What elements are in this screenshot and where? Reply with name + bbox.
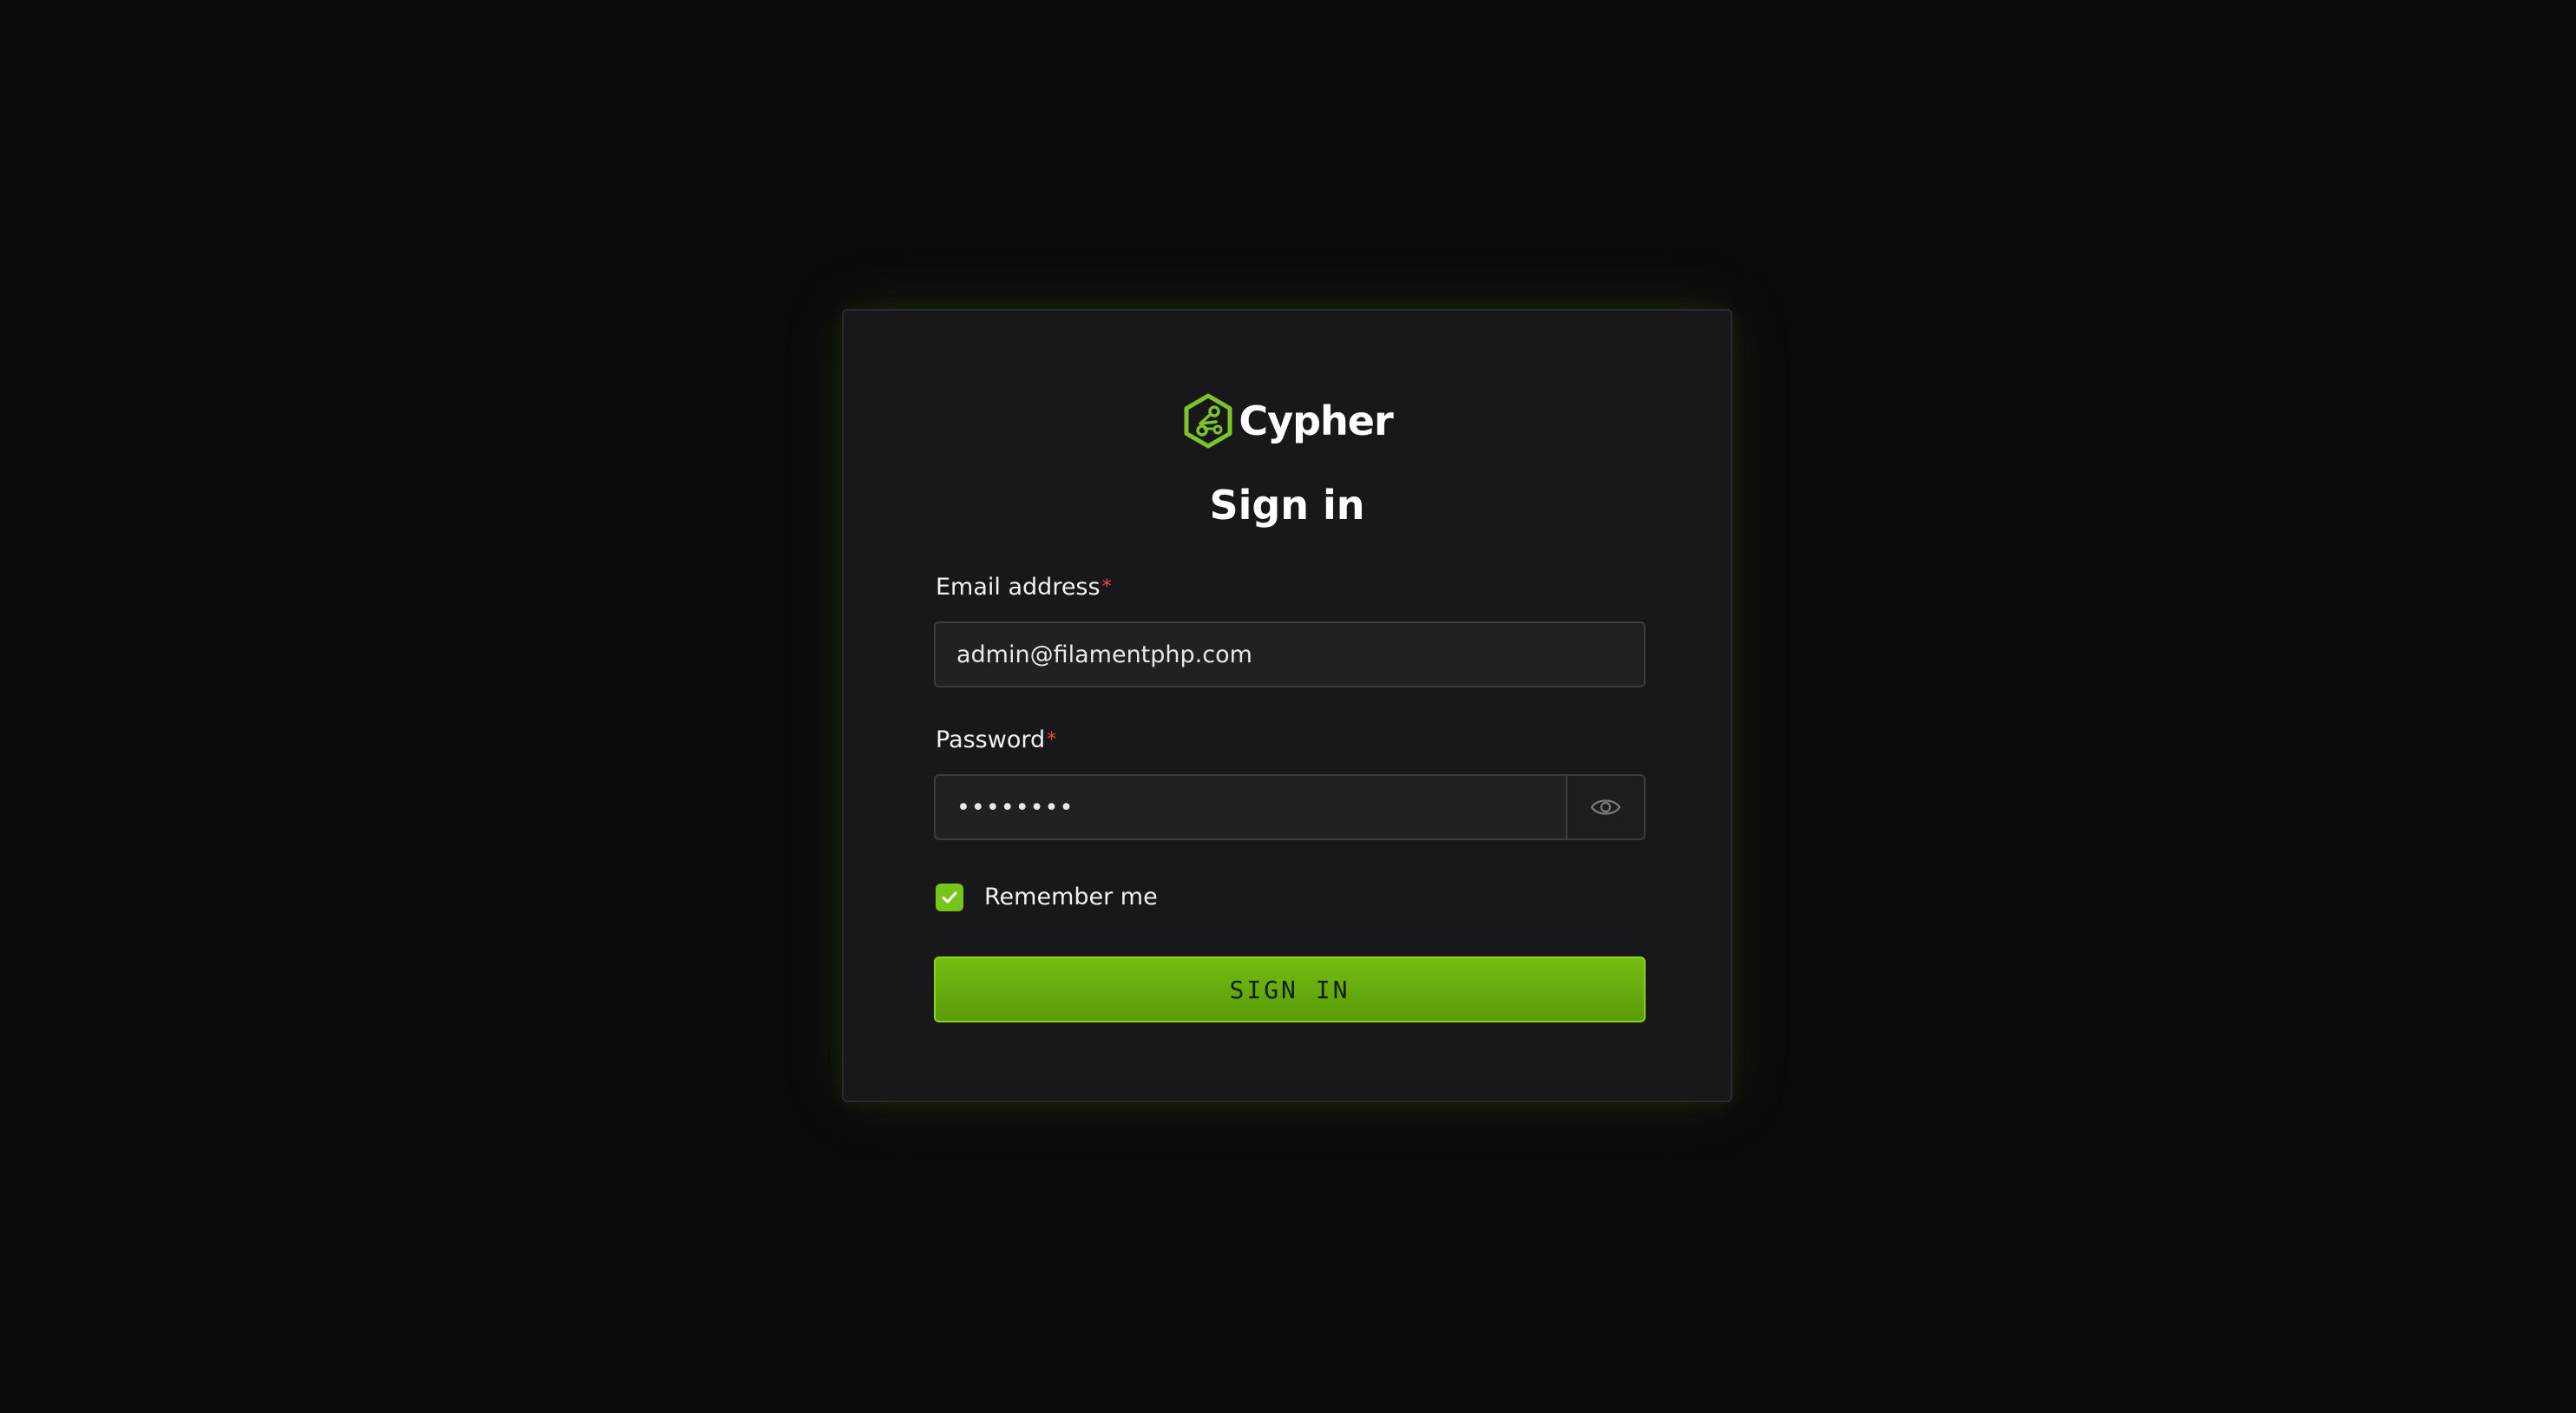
password-label: Password* (936, 726, 1056, 755)
login-card: Cypher Sign in Email address* Password* (842, 309, 1732, 1102)
checkmark-icon (942, 891, 957, 904)
eye-icon (1590, 799, 1621, 815)
password-field[interactable] (936, 776, 1566, 838)
email-label-text: Email address (936, 574, 1101, 601)
remember-me-checkbox[interactable] (936, 884, 963, 911)
password-label-text: Password (936, 726, 1046, 753)
hexagon-circuit-logo-icon (1184, 393, 1232, 449)
login-page: Cypher Sign in Email address* Password* (0, 0, 2576, 1413)
email-field-wrapper (934, 621, 1646, 687)
password-field-wrapper (934, 774, 1646, 840)
show-password-button[interactable] (1566, 776, 1644, 838)
remember-me-label: Remember me (984, 884, 1158, 910)
remember-me: Remember me (936, 882, 1158, 913)
brand-name: Cypher (1239, 398, 1393, 444)
sign-in-button[interactable]: SIGN IN (934, 956, 1646, 1022)
brand: Cypher (844, 392, 1731, 450)
email-label: Email address* (936, 573, 1112, 602)
required-mark: * (1047, 729, 1057, 751)
email-field[interactable] (936, 623, 1644, 686)
page-title: Sign in (1209, 482, 1365, 529)
required-mark: * (1101, 576, 1112, 598)
